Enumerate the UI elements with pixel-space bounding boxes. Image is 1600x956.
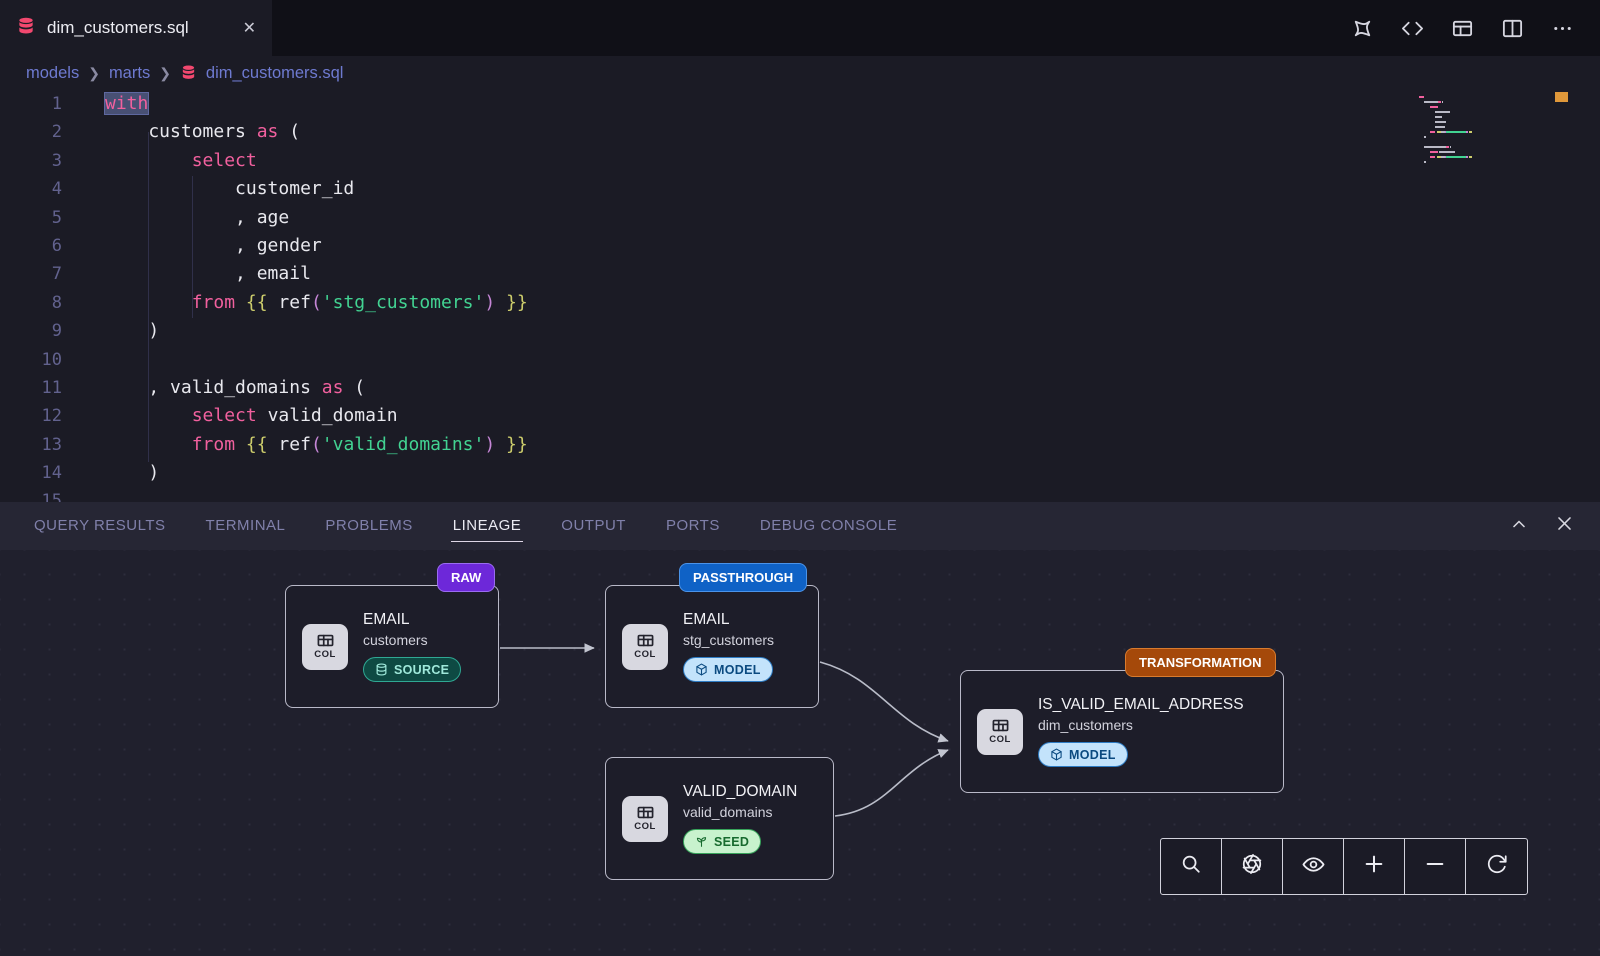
code-line: 4 customer_id: [0, 175, 1600, 203]
lineage-node-customers[interactable]: COL EMAIL customers SOURCE: [285, 585, 499, 708]
code-lines: 1with2 customers as (3 select4 customer_…: [0, 90, 1600, 502]
more-actions-icon[interactable]: [1551, 17, 1574, 40]
panel-tab-problems[interactable]: PROBLEMS: [323, 511, 414, 542]
cube-icon: [1050, 748, 1063, 761]
search-button[interactable]: [1161, 839, 1222, 894]
tab-dim-customers-sql[interactable]: dim_customers.sql ✕: [0, 0, 272, 56]
code-line: 2 customers as (: [0, 118, 1600, 146]
node-title: IS_VALID_EMAIL_ADDRESS: [1038, 696, 1244, 714]
code-line: 10: [0, 346, 1600, 374]
panel-tab-bar: QUERY RESULTS TERMINAL PROBLEMS LINEAGE OUTP…: [0, 502, 1600, 550]
database-icon: [375, 663, 388, 676]
breadcrumb: models ❯ marts ❯ dim_customers.sql: [0, 56, 1600, 90]
dbt-power-user-icon[interactable]: [1351, 17, 1374, 40]
breadcrumb-separator-icon: ❯: [159, 65, 171, 82]
code-line: 1with: [0, 90, 1600, 118]
node-subtitle: stg_customers: [683, 632, 774, 648]
search-icon: [1180, 853, 1202, 880]
eye-icon: [1302, 853, 1325, 881]
overview-ruler-marker: [1555, 92, 1568, 102]
code-line: 7 , email: [0, 260, 1600, 288]
tag-raw: RAW: [437, 563, 495, 592]
close-panel-icon[interactable]: [1555, 514, 1574, 538]
code-line: 14 ): [0, 459, 1600, 487]
code-line: 9 ): [0, 317, 1600, 345]
close-tab-icon[interactable]: ✕: [243, 18, 256, 38]
zoom-in-button[interactable]: [1344, 839, 1405, 894]
query-panel-icon[interactable]: [1451, 17, 1474, 40]
node-subtitle: customers: [363, 632, 461, 648]
breadcrumb-separator-icon: ❯: [88, 65, 100, 82]
panel-tab-query-results[interactable]: QUERY RESULTS: [32, 511, 168, 542]
panel-tab-output[interactable]: OUTPUT: [559, 511, 628, 542]
badge-source: SOURCE: [363, 657, 461, 682]
badge-model: MODEL: [1038, 742, 1128, 767]
badge-model: MODEL: [683, 657, 773, 682]
lineage-node-stg-customers[interactable]: COL EMAIL stg_customers MODEL: [605, 585, 819, 708]
node-subtitle: dim_customers: [1038, 717, 1244, 733]
collapse-panel-icon[interactable]: [1509, 514, 1529, 539]
minimap[interactable]: [1419, 96, 1534, 171]
split-editor-icon[interactable]: [1501, 17, 1524, 40]
node-subtitle: valid_domains: [683, 804, 797, 820]
badge-seed: SEED: [683, 829, 761, 854]
code-line: 3 select: [0, 147, 1600, 175]
editor-actions: [1351, 0, 1600, 56]
database-icon: [180, 61, 197, 86]
code-line: 6 , gender: [0, 232, 1600, 260]
database-icon: [16, 16, 36, 41]
breadcrumb-models[interactable]: models: [26, 64, 79, 83]
lineage-node-dim-customers[interactable]: COL IS_VALID_EMAIL_ADDRESS dim_customers…: [960, 670, 1284, 793]
indent-guide: [148, 132, 149, 462]
lineage-node-valid-domains[interactable]: COL VALID_DOMAIN valid_domains SEED: [605, 757, 834, 880]
code-line: 5 , age: [0, 204, 1600, 232]
code-line: 12 select valid_domain: [0, 402, 1600, 430]
aperture-icon: [1241, 853, 1263, 880]
breadcrumb-marts[interactable]: marts: [109, 64, 150, 83]
indent-guide: [192, 176, 193, 318]
column-icon: COL: [302, 624, 348, 670]
editor-tab-bar: dim_customers.sql ✕: [0, 0, 1600, 56]
tag-passthrough: PASSTHROUGH: [679, 563, 807, 592]
focus-lens-button[interactable]: [1222, 839, 1283, 894]
code-line: 15: [0, 487, 1600, 502]
breadcrumb-file[interactable]: dim_customers.sql: [206, 64, 344, 83]
refresh-button[interactable]: [1466, 839, 1527, 894]
column-icon: COL: [622, 624, 668, 670]
code-line: 8 from {{ ref('stg_customers') }}: [0, 289, 1600, 317]
refresh-icon: [1486, 853, 1508, 880]
lineage-toolbar: [1160, 838, 1528, 895]
visibility-button[interactable]: [1283, 839, 1344, 894]
tab-title: dim_customers.sql: [47, 18, 189, 38]
code-editor[interactable]: 1with2 customers as (3 select4 customer_…: [0, 90, 1600, 502]
plus-icon: [1363, 853, 1385, 880]
code-icon[interactable]: [1401, 17, 1424, 40]
column-icon: COL: [977, 709, 1023, 755]
code-line: 13 from {{ ref('valid_domains') }}: [0, 431, 1600, 459]
zoom-out-button[interactable]: [1405, 839, 1466, 894]
panel-tab-ports[interactable]: PORTS: [664, 511, 722, 542]
code-line: 11 , valid_domains as (: [0, 374, 1600, 402]
node-title: EMAIL: [683, 611, 774, 629]
panel-tabs: QUERY RESULTS TERMINAL PROBLEMS LINEAGE OUTP…: [32, 511, 899, 542]
panel-tab-lineage[interactable]: LINEAGE: [451, 511, 524, 542]
panel-tab-debug-console[interactable]: DEBUG CONSOLE: [758, 511, 899, 542]
minus-icon: [1424, 853, 1446, 880]
panel-tab-terminal[interactable]: TERMINAL: [204, 511, 288, 542]
tag-transformation: TRANSFORMATION: [1125, 648, 1276, 677]
lineage-canvas[interactable]: RAW PASSTHROUGH TRANSFORMATION COL EMAIL…: [0, 550, 1600, 956]
column-icon: COL: [622, 796, 668, 842]
node-title: VALID_DOMAIN: [683, 783, 797, 801]
node-title: EMAIL: [363, 611, 461, 629]
cube-icon: [695, 663, 708, 676]
seedling-icon: [695, 835, 708, 848]
